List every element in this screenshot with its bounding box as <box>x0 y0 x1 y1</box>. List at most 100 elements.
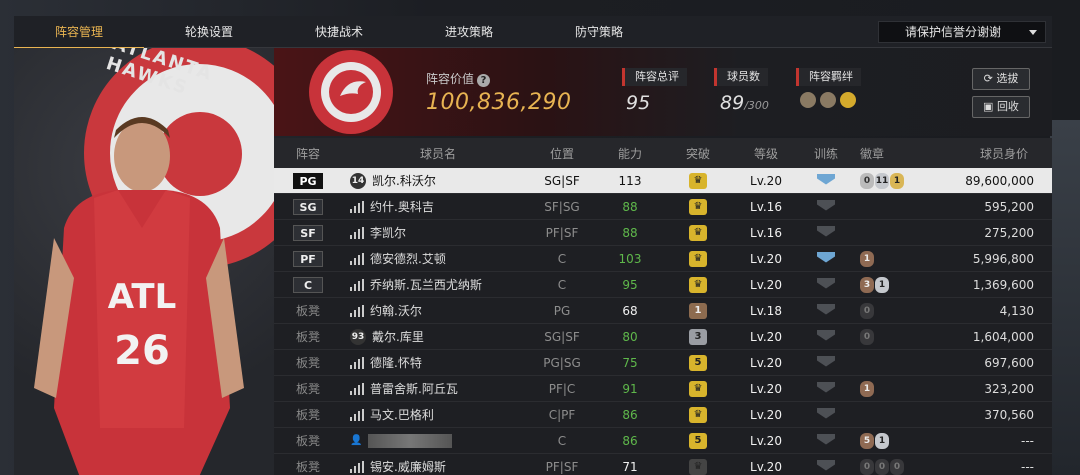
breakthrough-badge[interactable]: ♛ <box>664 198 732 215</box>
badges-cell[interactable]: 0 <box>852 302 932 319</box>
lineup-slot[interactable]: PG <box>274 172 342 189</box>
lineup-slot[interactable]: SF <box>274 224 342 241</box>
breakthrough-badge[interactable]: 5 <box>664 432 732 449</box>
lineup-slot[interactable]: 板凳 <box>274 458 342 475</box>
notice-dropdown[interactable]: 请保护信誉分谢谢 <box>878 21 1046 43</box>
training-cell[interactable] <box>800 173 852 188</box>
player-name-cell[interactable]: 马文.巴格利 <box>342 406 528 423</box>
breakthrough-badge[interactable]: 1 <box>664 302 732 319</box>
lineup-slot[interactable]: C <box>274 276 342 293</box>
tab-roster[interactable]: 阵容管理 <box>14 16 144 49</box>
lineup-slot[interactable]: PF <box>274 250 342 267</box>
player-name-cell[interactable]: 李凯尔 <box>342 224 528 241</box>
breakthrough-badge[interactable]: ♛ <box>664 172 732 189</box>
col-worth[interactable]: 球员身价 <box>932 145 1048 162</box>
table-row[interactable]: 板凳 93 戴尔.库里 SG|SF 80 3 Lv.20 0 1,604,000 <box>274 324 1052 350</box>
training-cell[interactable] <box>800 277 852 292</box>
training-cell[interactable] <box>800 251 852 266</box>
value-label: 阵容价值? <box>426 70 491 87</box>
training-cell[interactable] <box>800 433 852 448</box>
breakthrough-badge[interactable]: ♛ <box>664 380 732 397</box>
training-cell[interactable] <box>800 355 852 370</box>
training-cell[interactable] <box>800 381 852 396</box>
synergy-icon[interactable] <box>820 92 836 108</box>
badges-cell[interactable]: 51 <box>852 432 932 449</box>
breakthrough-badge[interactable]: ♛ <box>664 224 732 241</box>
table-row[interactable]: SF 李凯尔 PF|SF 88 ♛ Lv.16 275,200 <box>274 220 1052 246</box>
lineup-slot[interactable]: 板凳 <box>274 380 342 397</box>
badges-cell[interactable]: 0 11 1 <box>852 172 932 189</box>
table-row[interactable]: 板凳 👤 C 86 5 Lv.20 5 1 --- <box>274 428 1052 454</box>
training-cell[interactable] <box>800 303 852 318</box>
col-name[interactable]: 球员名 <box>342 145 528 162</box>
player-worth: 275,200 <box>984 225 1034 240</box>
player-position: PF|C <box>548 381 576 396</box>
table-row[interactable]: C 乔纳斯.瓦兰西尤纳斯 C 95 ♛ Lv.20 3 1 1,369,600 <box>274 272 1052 298</box>
table-row[interactable]: 板凳 普雷舍斯.阿丘瓦 PF|C 91 ♛ Lv.20 1 323,200 <box>274 376 1052 402</box>
player-name-cell[interactable]: 普雷舍斯.阿丘瓦 <box>342 380 528 397</box>
lineup-slot[interactable]: 板凳 <box>274 354 342 371</box>
recycle-button[interactable]: ▣ 回收 <box>972 96 1030 118</box>
table-row[interactable]: PF 德安德烈.艾顿 C 103 ♛ Lv.20 1 5,996,800 <box>274 246 1052 272</box>
col-ability[interactable]: 能力 <box>596 145 664 162</box>
player-name-cell[interactable]: 德隆.怀特 <box>342 354 528 371</box>
lineup-slot[interactable]: 板凳 <box>274 406 342 423</box>
signal-bars-icon <box>350 356 364 369</box>
player-position: C <box>557 433 567 448</box>
training-cell[interactable] <box>800 225 852 240</box>
lineup-slot[interactable]: 板凳 <box>274 432 342 449</box>
col-lineup[interactable]: 阵容 <box>274 145 342 162</box>
lineup-slot[interactable]: 板凳 <box>274 328 342 345</box>
training-cell[interactable] <box>800 199 852 214</box>
breakthrough-badge[interactable]: ♛ <box>664 406 732 423</box>
badges-cell[interactable]: 000 <box>852 458 932 475</box>
player-name-cell[interactable]: 93 戴尔.库里 <box>342 328 528 345</box>
training-cell[interactable] <box>800 407 852 422</box>
table-row[interactable]: 板凳 德隆.怀特 PG|SG 75 5 Lv.20 697,600 <box>274 350 1052 376</box>
player-name-cell[interactable]: 乔纳斯.瓦兰西尤纳斯 <box>342 276 528 293</box>
breakthrough-badge[interactable]: ♛ <box>664 458 732 475</box>
col-badges[interactable]: 徽章 <box>852 145 932 162</box>
training-cell[interactable] <box>800 459 852 474</box>
col-training[interactable]: 训练 <box>800 145 852 162</box>
breakthrough-badge[interactable]: 3 <box>664 328 732 345</box>
player-name-cell[interactable]: 约什.奥科吉 <box>342 198 528 215</box>
training-cell[interactable] <box>800 329 852 344</box>
table-row[interactable]: 板凳 锡安.威廉姆斯 PF|SF 71 ♛ Lv.20 0 0 0 --- <box>274 454 1052 475</box>
table-row[interactable]: SG 约什.奥科吉 SF|SG 88 ♛ Lv.16 595,200 <box>274 194 1052 220</box>
select-button[interactable]: ⟳ 选拔 <box>972 68 1030 90</box>
table-row[interactable]: 板凳 马文.巴格利 C|PF 86 ♛ Lv.20 370,560 <box>274 402 1052 428</box>
col-breakthrough[interactable]: 突破 <box>664 145 732 162</box>
training-shield-icon <box>817 199 835 211</box>
player-portrait-panel: ATLANTA HAWKS ATL 26 <box>14 48 274 475</box>
breakthrough-badge[interactable]: ♛ <box>664 250 732 267</box>
player-name: 锡安.威廉姆斯 <box>370 460 446 474</box>
rating-value: 95 <box>626 92 651 114</box>
player-name-cell[interactable]: 👤 <box>342 433 528 448</box>
tab-defense[interactable]: 防守策略 <box>534 16 664 48</box>
synergy-icons[interactable] <box>800 92 856 108</box>
lineup-slot[interactable]: SG <box>274 198 342 215</box>
lineup-slot[interactable]: 板凳 <box>274 302 342 319</box>
player-name-cell[interactable]: 约翰.沃尔 <box>342 302 528 319</box>
synergy-icon[interactable] <box>800 92 816 108</box>
badges-cell[interactable]: 1 <box>852 250 932 267</box>
player-name-cell[interactable]: 锡安.威廉姆斯 <box>342 458 528 475</box>
badges-cell[interactable]: 1 <box>852 380 932 397</box>
player-name: 戴尔.库里 <box>372 330 424 344</box>
table-row[interactable]: 板凳 约翰.沃尔 PG 68 1 Lv.18 0 4,130 <box>274 298 1052 324</box>
synergy-icon[interactable] <box>840 92 856 108</box>
tab-rotation[interactable]: 轮换设置 <box>144 16 274 48</box>
col-level[interactable]: 等级 <box>732 145 800 162</box>
badges-cell[interactable]: 0 <box>852 328 932 345</box>
table-row[interactable]: PG 14 凯尔.科沃尔 SG|SF 113 ♛ Lv.20 0 11 1 89,600,000 <box>274 168 1052 194</box>
breakthrough-badge[interactable]: 5 <box>664 354 732 371</box>
col-position[interactable]: 位置 <box>528 145 596 162</box>
tab-quick-tactics[interactable]: 快捷战术 <box>274 16 404 48</box>
breakthrough-badge[interactable]: ♛ <box>664 276 732 293</box>
badges-cell[interactable]: 31 <box>852 276 932 293</box>
player-name-cell[interactable]: 14 凯尔.科沃尔 <box>342 172 528 189</box>
player-name-cell[interactable]: 德安德烈.艾顿 <box>342 250 528 267</box>
help-icon[interactable]: ? <box>477 74 491 87</box>
tab-offense[interactable]: 进攻策略 <box>404 16 534 48</box>
